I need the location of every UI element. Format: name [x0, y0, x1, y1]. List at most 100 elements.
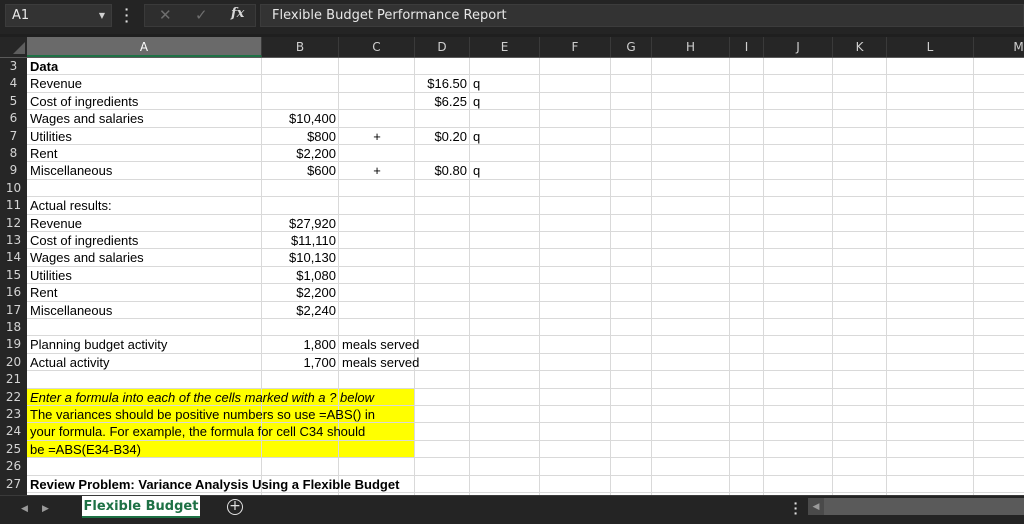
- cell-a23[interactable]: The variances should be positive numbers…: [27, 406, 375, 423]
- cell-b12[interactable]: $27,920: [262, 215, 339, 232]
- cell-e4[interactable]: q: [470, 75, 540, 92]
- formula-input[interactable]: Flexible Budget Performance Report: [260, 4, 1024, 27]
- insert-function-icon[interactable]: fx: [231, 6, 244, 21]
- row-header-12[interactable]: 12: [0, 215, 27, 232]
- cell-a22[interactable]: Enter a formula into each of the cells m…: [27, 389, 374, 406]
- cell-a3[interactable]: Data: [27, 58, 262, 75]
- row-header-15[interactable]: 15: [0, 267, 27, 284]
- row-header-6[interactable]: 6: [0, 110, 27, 127]
- sheet-tab-bar: ◀ ▶ Flexible Budget + · · · ◀: [0, 495, 1024, 524]
- cell-c20[interactable]: meals served: [339, 354, 419, 371]
- more-tabs-icon[interactable]: · · ·: [793, 496, 799, 520]
- column-header-m[interactable]: M: [974, 37, 1024, 57]
- enter-check-icon[interactable]: ✓: [195, 6, 208, 24]
- cell-b8[interactable]: $2,200: [262, 145, 339, 162]
- cell-a16[interactable]: Rent: [27, 284, 262, 301]
- cell-a24[interactable]: your formula. For example, the formula f…: [27, 423, 365, 440]
- cell-a27[interactable]: Review Problem: Variance Analysis Using …: [27, 476, 399, 493]
- row-header-17[interactable]: 17: [0, 302, 27, 319]
- cell-b20[interactable]: 1,700: [262, 354, 339, 371]
- row-header-10[interactable]: 10: [0, 180, 27, 197]
- previous-sheet-icon[interactable]: ◀: [21, 503, 28, 514]
- column-header-d[interactable]: D: [415, 37, 470, 57]
- more-options-icon[interactable]: · · ·: [124, 2, 130, 28]
- cell-d4[interactable]: $16.50: [415, 75, 470, 92]
- cell-a13[interactable]: Cost of ingredients: [27, 232, 262, 249]
- row-header-24[interactable]: 24: [0, 423, 27, 440]
- cell-b19[interactable]: 1,800: [262, 336, 339, 353]
- horizontal-scrollbar[interactable]: ◀: [808, 498, 1024, 515]
- worksheet-grid[interactable]: Data Revenue $16.50 q Cost of ingredients $6.…: [27, 58, 1024, 495]
- cell-d7[interactable]: $0.20: [415, 128, 470, 145]
- cell-a7[interactable]: Utilities: [27, 128, 262, 145]
- cell-b17[interactable]: $2,240: [262, 302, 339, 319]
- scroll-left-icon[interactable]: ◀: [808, 498, 824, 515]
- column-header-e[interactable]: E: [470, 37, 540, 57]
- row-header-18[interactable]: 18: [0, 319, 27, 336]
- column-header-c[interactable]: C: [339, 37, 415, 57]
- row-header-7[interactable]: 7: [0, 128, 27, 145]
- row-header-11[interactable]: 11: [0, 197, 27, 214]
- cell-b15[interactable]: $1,080: [262, 267, 339, 284]
- column-header-g[interactable]: G: [611, 37, 652, 57]
- row-header-19[interactable]: 19: [0, 336, 27, 353]
- column-header-i[interactable]: I: [730, 37, 764, 57]
- row-header-16[interactable]: 16: [0, 284, 27, 301]
- cell-a9[interactable]: Miscellaneous: [27, 162, 262, 179]
- cell-b13[interactable]: $11,110: [262, 232, 339, 249]
- cell-b6[interactable]: $10,400: [262, 110, 339, 127]
- cell-b9[interactable]: $600: [262, 162, 339, 179]
- row-header-9[interactable]: 9: [0, 162, 27, 179]
- cell-c7[interactable]: +: [339, 128, 415, 145]
- cell-b14[interactable]: $10,130: [262, 249, 339, 266]
- cell-c19[interactable]: meals served: [339, 336, 419, 353]
- row-header-22[interactable]: 22: [0, 389, 27, 406]
- row-header-8[interactable]: 8: [0, 145, 27, 162]
- row-header-23[interactable]: 23: [0, 406, 27, 423]
- row-header-25[interactable]: 25: [0, 441, 27, 458]
- row-header-27[interactable]: 27: [0, 476, 27, 493]
- row-header-21[interactable]: 21: [0, 371, 27, 388]
- cell-a12[interactable]: Revenue: [27, 215, 262, 232]
- cell-a8[interactable]: Rent: [27, 145, 262, 162]
- cell-a15[interactable]: Utilities: [27, 267, 262, 284]
- column-header-j[interactable]: J: [764, 37, 833, 57]
- name-box[interactable]: A1 ▼: [5, 4, 112, 27]
- cell-a11[interactable]: Actual results:: [27, 197, 262, 214]
- next-sheet-icon[interactable]: ▶: [42, 503, 49, 514]
- add-sheet-icon[interactable]: +: [227, 499, 243, 515]
- row-header-14[interactable]: 14: [0, 249, 27, 266]
- column-header-k[interactable]: K: [833, 37, 887, 57]
- column-header-l[interactable]: L: [887, 37, 974, 57]
- chevron-down-icon[interactable]: ▼: [99, 5, 105, 26]
- cell-b16[interactable]: $2,200: [262, 284, 339, 301]
- cell-e7[interactable]: q: [470, 128, 540, 145]
- column-header-f[interactable]: F: [540, 37, 611, 57]
- cell-d5[interactable]: $6.25: [415, 93, 470, 110]
- row-header-20[interactable]: 20: [0, 354, 27, 371]
- column-header-b[interactable]: B: [262, 37, 339, 57]
- sheet-tab-flexible-budget[interactable]: Flexible Budget: [82, 496, 200, 518]
- row-header-26[interactable]: 26: [0, 458, 27, 475]
- cell-e9[interactable]: q: [470, 162, 540, 179]
- cancel-icon[interactable]: ✕: [159, 6, 172, 24]
- cell-a14[interactable]: Wages and salaries: [27, 249, 262, 266]
- column-header-h[interactable]: H: [652, 37, 730, 57]
- cell-a19[interactable]: Planning budget activity: [27, 336, 262, 353]
- cell-c9[interactable]: +: [339, 162, 415, 179]
- cell-a5[interactable]: Cost of ingredients: [27, 93, 262, 110]
- cell-d9[interactable]: $0.80: [415, 162, 470, 179]
- cell-a25[interactable]: be =ABS(E34-B34): [27, 441, 262, 458]
- cell-e5[interactable]: q: [470, 93, 540, 110]
- cell-a4[interactable]: Revenue: [27, 75, 262, 92]
- select-all-button[interactable]: [0, 37, 27, 57]
- cell-a17[interactable]: Miscellaneous: [27, 302, 262, 319]
- row-header-3[interactable]: 3: [0, 58, 27, 75]
- row-header-4[interactable]: 4: [0, 75, 27, 92]
- cell-b7[interactable]: $800: [262, 128, 339, 145]
- row-header-5[interactable]: 5: [0, 93, 27, 110]
- column-header-a[interactable]: A: [27, 37, 262, 57]
- cell-a6[interactable]: Wages and salaries: [27, 110, 262, 127]
- cell-a20[interactable]: Actual activity: [27, 354, 262, 371]
- row-header-13[interactable]: 13: [0, 232, 27, 249]
